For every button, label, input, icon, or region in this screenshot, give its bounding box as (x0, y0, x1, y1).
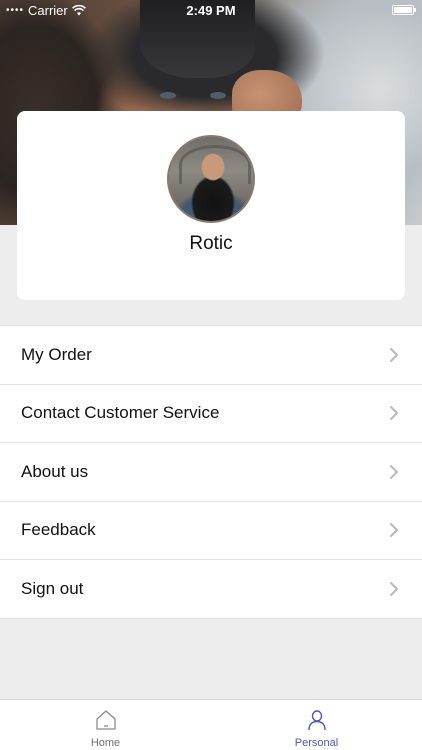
status-bar: •••• Carrier 2:49 PM (0, 0, 422, 20)
person-icon (307, 710, 326, 731)
status-time: 2:49 PM (186, 3, 236, 18)
menu-item-label: Sign out (21, 578, 84, 598)
settings-menu: My Order Contact Customer Service About … (0, 325, 422, 619)
chevron-right-icon (390, 347, 398, 362)
chevron-right-icon (390, 406, 398, 421)
chevron-right-icon (390, 523, 398, 538)
tab-home-label: Home (90, 737, 121, 749)
menu-item-label: Feedback (21, 520, 96, 540)
chevron-right-icon (390, 464, 398, 479)
avatar[interactable] (167, 135, 255, 223)
photo-detail (210, 92, 226, 99)
menu-item-label: About us (21, 461, 89, 481)
tab-personal-label: Personal (294, 737, 339, 749)
menu-item-about-us[interactable]: About us (0, 443, 422, 502)
tab-home[interactable]: Home (0, 700, 211, 750)
battery-icon (392, 5, 416, 15)
home-icon (95, 710, 116, 730)
menu-item-label: Contact Customer Service (21, 403, 220, 423)
menu-item-feedback[interactable]: Feedback (0, 502, 422, 560)
tab-personal[interactable]: Personal (211, 700, 422, 750)
photo-detail (160, 92, 176, 99)
chevron-right-icon (390, 581, 398, 596)
profile-card: Rotic (17, 111, 405, 300)
menu-item-sign-out[interactable]: Sign out (0, 560, 422, 619)
tab-bar: Home Personal (0, 699, 422, 750)
menu-item-contact-customer-service[interactable]: Contact Customer Service (0, 385, 422, 443)
menu-item-label: My Order (21, 344, 92, 364)
username: Rotic (189, 233, 233, 254)
menu-item-my-order[interactable]: My Order (0, 326, 422, 385)
